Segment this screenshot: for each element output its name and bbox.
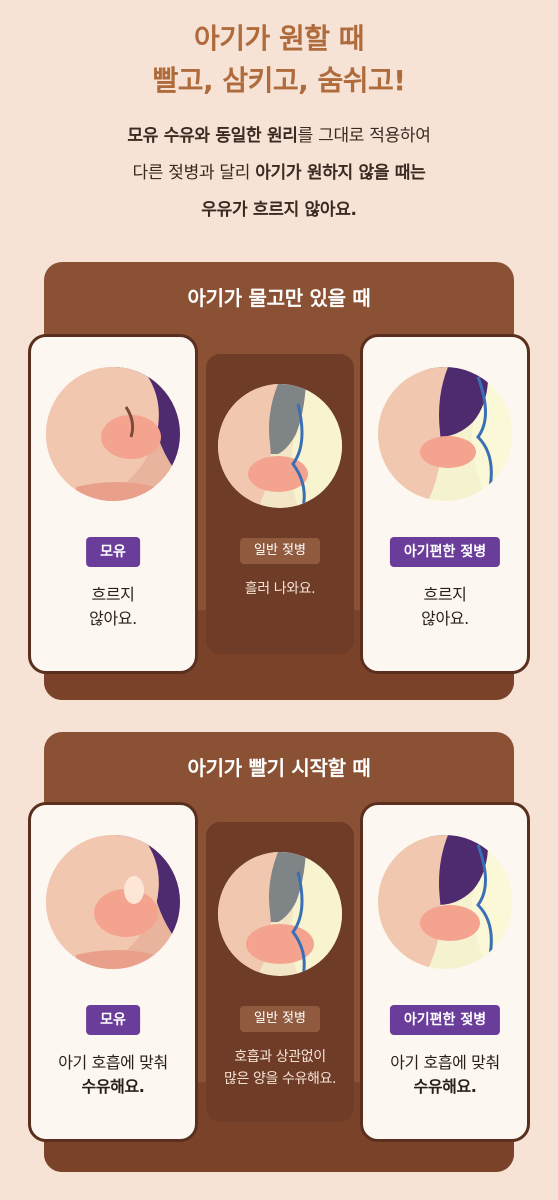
card-comfort-bottle: 아기편한 젖병 아기 호흡에 맞춰 수유해요.	[360, 802, 530, 1142]
card-text-line-2: 않아요.	[89, 609, 137, 628]
badge-comfort-bottle: 아기편한 젖병	[389, 537, 501, 567]
description-line-1-rest: 를 그대로 적용하여	[297, 126, 431, 146]
comfort-bottle-illustration	[378, 367, 512, 501]
headline-line-1: 아기가 원할 때	[193, 22, 365, 55]
card-text-line-2: 수유해요.	[81, 1077, 145, 1096]
badge-comfort-bottle: 아기편한 젖병	[389, 1005, 501, 1035]
section-title: 아기가 물고만 있을 때	[187, 286, 371, 310]
card-description: 아기 호흡에 맞춰 수유해요.	[31, 1051, 195, 1099]
section-title: 아기가 빨기 시작할 때	[187, 756, 371, 780]
card-text-line-2: 수유해요.	[413, 1077, 477, 1096]
badge-regular-bottle: 일반 젖병	[240, 1006, 320, 1032]
headline-line-2: 빨고, 삼키고, 숨쉬고!	[152, 64, 406, 97]
card-regular-bottle: 일반 젖병 호흡과 상관없이 많은 양을 수유해요.	[206, 822, 354, 1122]
badge-breastmilk: 모유	[86, 537, 140, 567]
regular-bottle-illustration	[218, 384, 342, 508]
card-text-line-2: 않아요.	[421, 609, 469, 628]
card-breastfeeding: 모유 아기 호흡에 맞춰 수유해요.	[28, 802, 198, 1142]
description-line-3: 우유가 흐르지 않아요.	[0, 192, 558, 229]
description-line-2: 다른 젖병과 달리 아기가 원하지 않을 때는	[0, 155, 558, 192]
card-description: 흘러 나와요.	[206, 578, 354, 600]
description: 모유 수유와 동일한 원리를 그대로 적용하여 다른 젖병과 달리 아기가 원하…	[0, 118, 558, 229]
card-text-line-1: 흐르지	[91, 585, 135, 604]
description-line-3-bold: 우유가 흐르지 않아요.	[201, 200, 357, 220]
card-comfort-bottle: 아기편한 젖병 흐르지 않아요.	[360, 334, 530, 674]
description-line-2-plain: 다른 젖병과 달리	[132, 163, 256, 183]
card-text-line-1: 흐르지	[423, 585, 467, 604]
comfort-bottle-illustration	[378, 835, 512, 969]
description-line-1: 모유 수유와 동일한 원리를 그대로 적용하여	[0, 118, 558, 155]
card-text-line-1: 아기 호흡에 맞춰	[390, 1053, 500, 1072]
card-description: 호흡과 상관없이 많은 양을 수유해요.	[206, 1046, 354, 1090]
card-description: 아기 호흡에 맞춰 수유해요.	[363, 1051, 527, 1099]
card-description: 흐르지 않아요.	[31, 583, 195, 631]
card-breastfeeding: 모유 흐르지 않아요.	[28, 334, 198, 674]
card-description: 흐르지 않아요.	[363, 583, 527, 631]
breastfeeding-illustration	[46, 835, 180, 969]
description-line-2-bold: 아기가 원하지 않을 때는	[255, 163, 426, 183]
headline: 아기가 원할 때 빨고, 삼키고, 숨쉬고!	[0, 18, 558, 102]
card-text-line-2: 많은 양을 수유해요.	[224, 1071, 336, 1087]
description-line-1-bold: 모유 수유와 동일한 원리	[127, 126, 298, 146]
card-text-line-1: 흘러 나와요.	[244, 581, 316, 597]
badge-regular-bottle: 일반 젖병	[240, 538, 320, 564]
card-text-line-1: 호흡과 상관없이	[234, 1049, 326, 1065]
card-regular-bottle: 일반 젖병 흘러 나와요.	[206, 354, 354, 654]
card-text-line-1: 아기 호흡에 맞춰	[58, 1053, 168, 1072]
regular-bottle-illustration	[218, 852, 342, 976]
breastfeeding-illustration	[46, 367, 180, 501]
badge-breastmilk: 모유	[86, 1005, 140, 1035]
